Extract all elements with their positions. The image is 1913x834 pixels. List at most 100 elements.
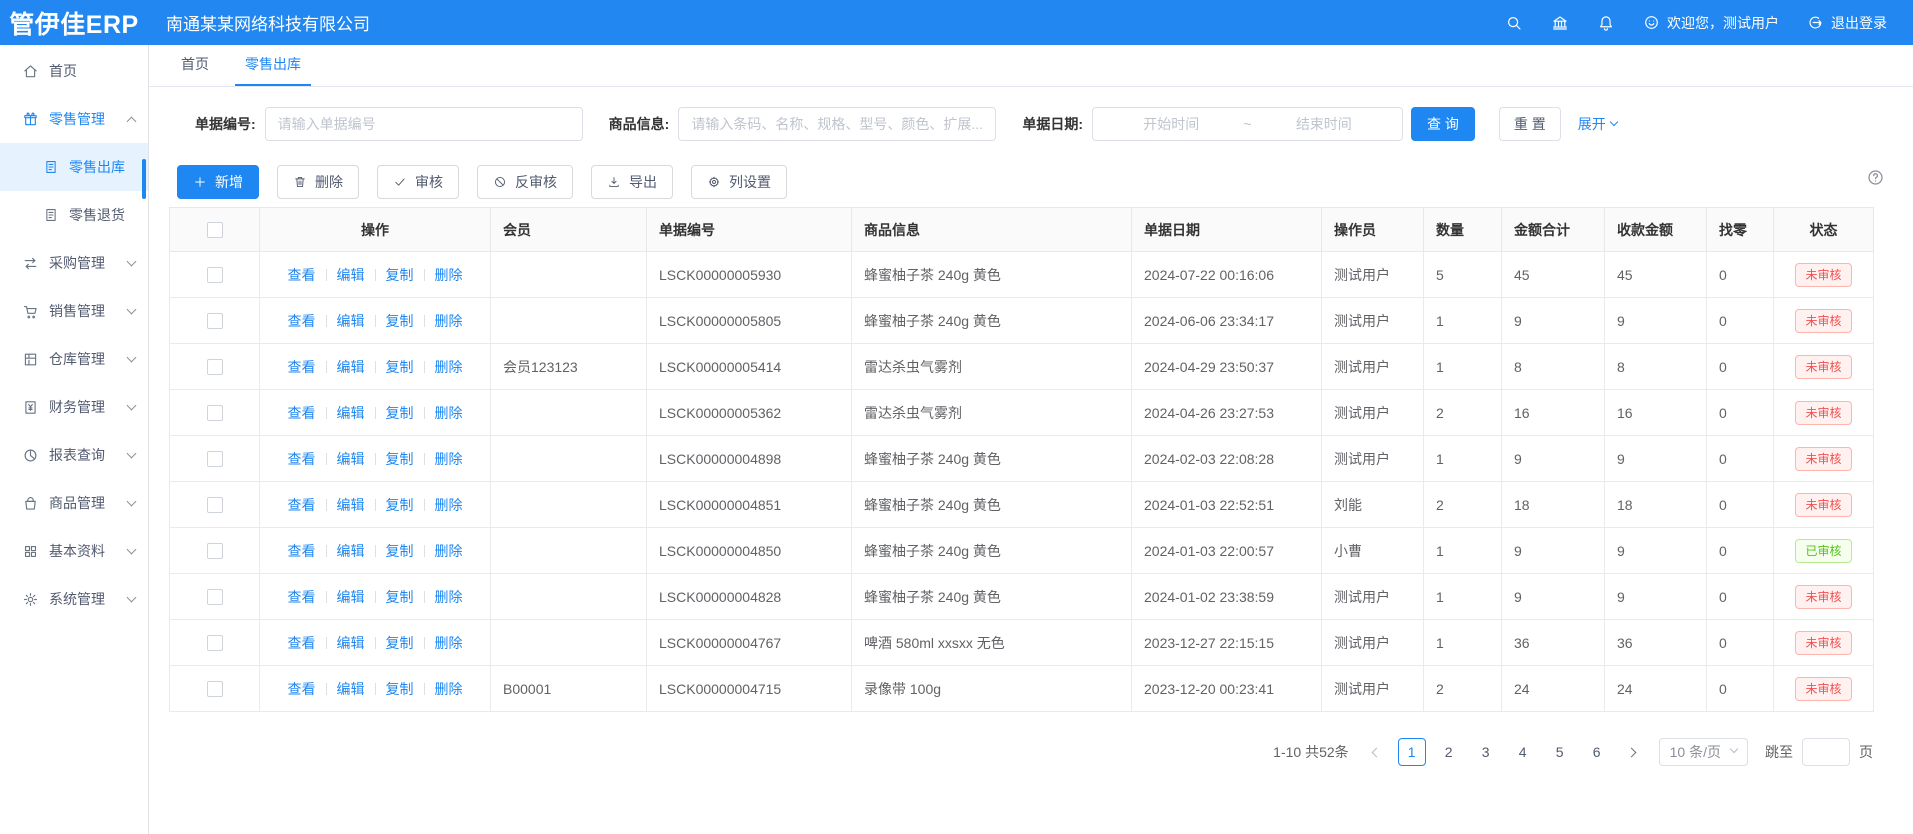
sidebar-item-finance[interactable]: 财务管理 bbox=[0, 383, 148, 431]
row-action-edit[interactable]: 编辑 bbox=[337, 267, 365, 283]
row-action-copy[interactable]: 复制 bbox=[386, 267, 414, 283]
add-button[interactable]: 新增 bbox=[177, 165, 259, 199]
row-action-copy[interactable]: 复制 bbox=[386, 313, 414, 329]
row-action-view[interactable]: 查看 bbox=[288, 267, 316, 283]
row-action-edit[interactable]: 编辑 bbox=[337, 405, 365, 421]
help-icon[interactable] bbox=[1866, 168, 1885, 187]
page-number-5[interactable]: 5 bbox=[1546, 738, 1574, 766]
audit-button[interactable]: 审核 bbox=[377, 165, 459, 199]
sidebar-item-label: 商品管理 bbox=[49, 493, 105, 513]
tab-home[interactable]: 首页 bbox=[163, 44, 227, 86]
row-action-edit[interactable]: 编辑 bbox=[337, 313, 365, 329]
select-all-checkbox[interactable] bbox=[207, 222, 223, 238]
unaudit-button[interactable]: 反审核 bbox=[477, 165, 573, 199]
bill-no-input[interactable] bbox=[265, 107, 583, 141]
row-action-copy[interactable]: 复制 bbox=[386, 451, 414, 467]
export-button[interactable]: 导出 bbox=[591, 165, 673, 199]
row-action-view[interactable]: 查看 bbox=[288, 405, 316, 421]
row-action-delete[interactable]: 删除 bbox=[435, 313, 463, 329]
sidebar-item-warehouse[interactable]: 仓库管理 bbox=[0, 335, 148, 383]
search-icon[interactable] bbox=[1505, 14, 1523, 32]
sidebar-item-sales[interactable]: 销售管理 bbox=[0, 287, 148, 335]
row-action-edit[interactable]: 编辑 bbox=[337, 359, 365, 375]
row-action-delete[interactable]: 删除 bbox=[435, 589, 463, 605]
page-jump-input[interactable] bbox=[1802, 738, 1850, 766]
delete-button[interactable]: 删除 bbox=[277, 165, 359, 199]
row-action-view[interactable]: 查看 bbox=[288, 497, 316, 513]
row-action-view[interactable]: 查看 bbox=[288, 681, 316, 697]
row-action-copy[interactable]: 复制 bbox=[386, 681, 414, 697]
page-number-1[interactable]: 1 bbox=[1398, 738, 1426, 766]
row-action-delete[interactable]: 删除 bbox=[435, 635, 463, 651]
row-action-edit[interactable]: 编辑 bbox=[337, 681, 365, 697]
row-checkbox[interactable] bbox=[207, 313, 223, 329]
row-action-edit[interactable]: 编辑 bbox=[337, 635, 365, 651]
product-input[interactable] bbox=[678, 107, 996, 141]
row-checkbox[interactable] bbox=[207, 359, 223, 375]
sidebar-item-retail[interactable]: 零售管理 bbox=[0, 95, 148, 143]
received-amount-cell: 9 bbox=[1605, 528, 1707, 574]
page-size-select[interactable]: 10 条/页 bbox=[1659, 738, 1748, 766]
row-action-view[interactable]: 查看 bbox=[288, 635, 316, 651]
sidebar-item-report[interactable]: 报表查询 bbox=[0, 431, 148, 479]
row-checkbox[interactable] bbox=[207, 543, 223, 559]
action-separator bbox=[424, 269, 425, 281]
date-range-picker[interactable]: 开始时间 ~ 结束时间 bbox=[1092, 107, 1403, 141]
sidebar-item-retail-out[interactable]: 零售出库 bbox=[0, 143, 148, 191]
row-action-edit[interactable]: 编辑 bbox=[337, 589, 365, 605]
row-action-view[interactable]: 查看 bbox=[288, 589, 316, 605]
row-action-delete[interactable]: 删除 bbox=[435, 681, 463, 697]
status-badge: 未审核 bbox=[1795, 355, 1851, 379]
tab-retail-out[interactable]: 零售出库 bbox=[227, 44, 319, 86]
sidebar-item-home[interactable]: 首页 bbox=[0, 47, 148, 95]
page-number-3[interactable]: 3 bbox=[1472, 738, 1500, 766]
row-action-delete[interactable]: 删除 bbox=[435, 359, 463, 375]
bank-icon[interactable] bbox=[1551, 14, 1569, 32]
page-number-6[interactable]: 6 bbox=[1583, 738, 1611, 766]
row-action-delete[interactable]: 删除 bbox=[435, 543, 463, 559]
row-action-copy[interactable]: 复制 bbox=[386, 635, 414, 651]
row-action-view[interactable]: 查看 bbox=[288, 451, 316, 467]
bell-icon[interactable] bbox=[1597, 14, 1615, 32]
row-checkbox[interactable] bbox=[207, 451, 223, 467]
row-checkbox[interactable] bbox=[207, 589, 223, 605]
row-action-copy[interactable]: 复制 bbox=[386, 405, 414, 421]
row-action-edit[interactable]: 编辑 bbox=[337, 451, 365, 467]
search-button[interactable]: 查 询 bbox=[1411, 107, 1475, 141]
sidebar-item-goods[interactable]: 商品管理 bbox=[0, 479, 148, 527]
row-action-copy[interactable]: 复制 bbox=[386, 497, 414, 513]
reset-button[interactable]: 重 置 bbox=[1499, 107, 1561, 141]
row-action-view[interactable]: 查看 bbox=[288, 543, 316, 559]
row-action-copy[interactable]: 复制 bbox=[386, 543, 414, 559]
main-area: 首页零售出库 单据编号: 商品信息: 单据日期: 开始时间 ~ 结束时间 查 询… bbox=[149, 45, 1913, 834]
sidebar-item-basic[interactable]: 基本资料 bbox=[0, 527, 148, 575]
prev-page-button[interactable] bbox=[1365, 738, 1389, 766]
row-checkbox[interactable] bbox=[207, 267, 223, 283]
page-number-4[interactable]: 4 bbox=[1509, 738, 1537, 766]
sidebar-item-purchase[interactable]: 采购管理 bbox=[0, 239, 148, 287]
columns-button[interactable]: 列设置 bbox=[691, 165, 787, 199]
logout-button[interactable]: 退出登录 bbox=[1807, 13, 1887, 33]
row-action-copy[interactable]: 复制 bbox=[386, 589, 414, 605]
next-page-button[interactable] bbox=[1620, 738, 1644, 766]
expand-toggle[interactable]: 展开 bbox=[1578, 114, 1617, 134]
row-action-delete[interactable]: 删除 bbox=[435, 497, 463, 513]
sidebar-item-retail-return[interactable]: 零售退货 bbox=[0, 191, 148, 239]
row-action-copy[interactable]: 复制 bbox=[386, 359, 414, 375]
row-checkbox[interactable] bbox=[207, 681, 223, 697]
sidebar-scrollbar-thumb[interactable] bbox=[142, 159, 146, 199]
welcome-user[interactable]: 欢迎您，测试用户 bbox=[1643, 13, 1779, 33]
row-action-view[interactable]: 查看 bbox=[288, 313, 316, 329]
qty-cell: 1 bbox=[1424, 574, 1502, 620]
row-checkbox[interactable] bbox=[207, 635, 223, 651]
row-action-delete[interactable]: 删除 bbox=[435, 405, 463, 421]
row-action-delete[interactable]: 删除 bbox=[435, 267, 463, 283]
row-action-delete[interactable]: 删除 bbox=[435, 451, 463, 467]
row-checkbox[interactable] bbox=[207, 405, 223, 421]
row-action-edit[interactable]: 编辑 bbox=[337, 497, 365, 513]
row-action-edit[interactable]: 编辑 bbox=[337, 543, 365, 559]
row-action-view[interactable]: 查看 bbox=[288, 359, 316, 375]
sidebar-item-system[interactable]: 系统管理 bbox=[0, 575, 148, 623]
row-checkbox[interactable] bbox=[207, 497, 223, 513]
page-number-2[interactable]: 2 bbox=[1435, 738, 1463, 766]
